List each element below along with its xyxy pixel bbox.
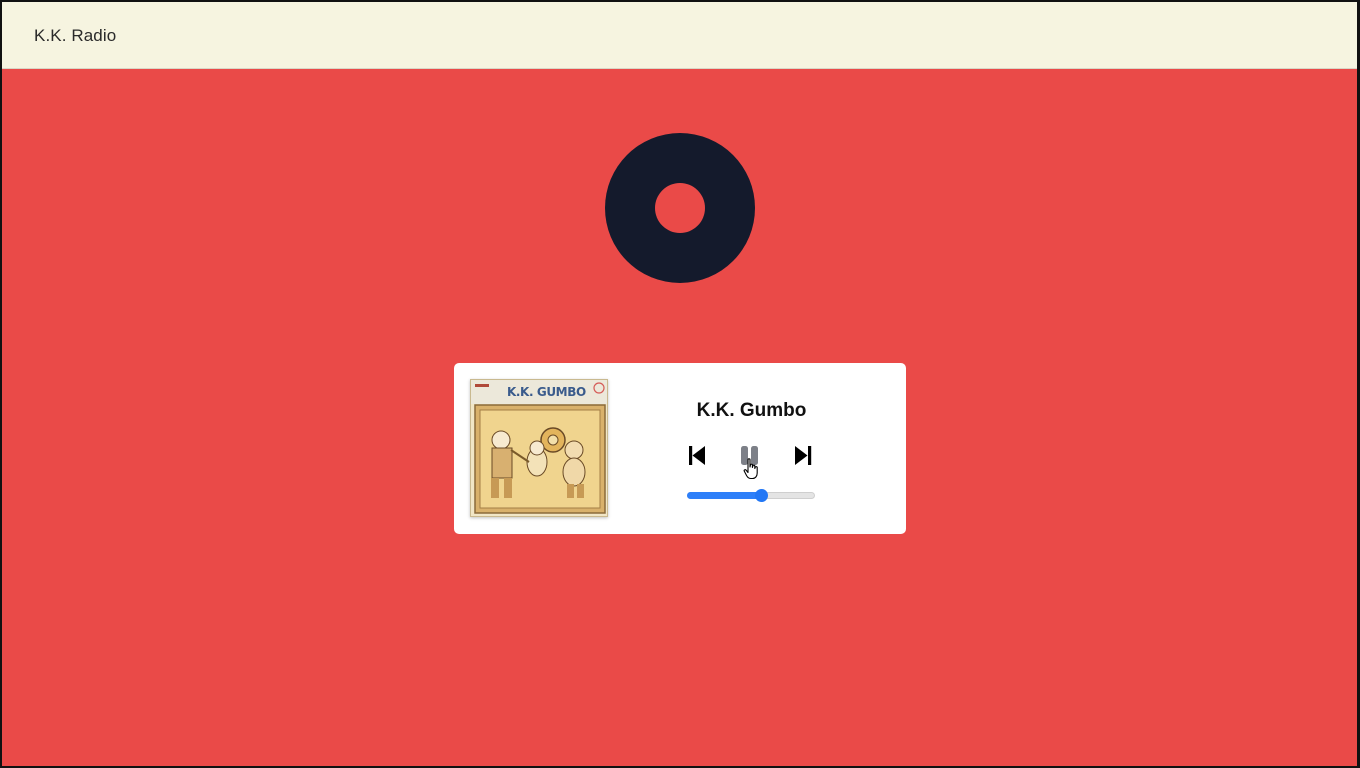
slider-thumb[interactable] <box>755 489 769 502</box>
skip-previous-icon <box>689 446 705 465</box>
app-title: K.K. Radio <box>34 26 117 45</box>
album-cover-title: K.K. GUMBO <box>507 385 586 399</box>
vinyl-record-icon <box>605 133 755 283</box>
hand-cursor-icon <box>743 458 758 480</box>
skip-next-icon <box>795 446 812 465</box>
album-cover: K.K. GUMBO <box>470 379 608 517</box>
slider-fill <box>687 492 762 499</box>
volume-slider[interactable] <box>687 489 815 502</box>
player-card: K.K. GUMBO K.K. Gumbo <box>454 363 906 534</box>
vinyl-hole <box>655 183 705 233</box>
track-title: K.K. Gumbo <box>696 400 807 421</box>
app-window: K.K. Radio K.K. GUMBO K.K. Gumbo <box>2 2 1357 766</box>
header-bar: K.K. Radio <box>2 2 1357 69</box>
album-art-illustration <box>471 380 607 514</box>
previous-button[interactable] <box>686 443 710 469</box>
next-button[interactable] <box>791 443 815 469</box>
